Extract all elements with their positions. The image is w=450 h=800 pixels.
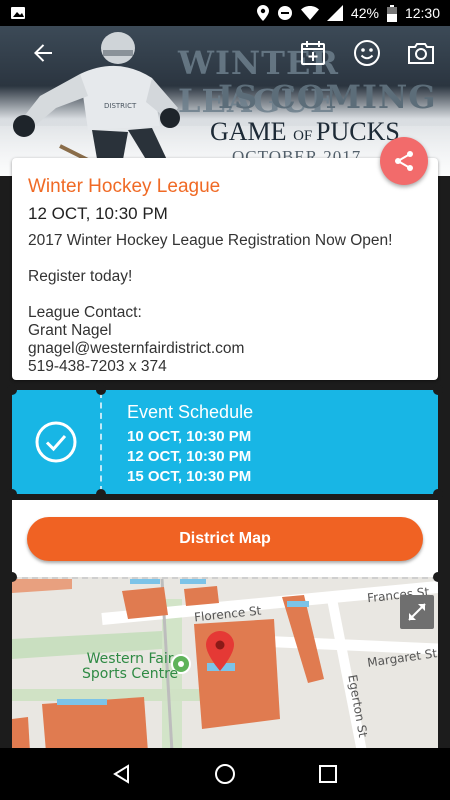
ticket-divider — [100, 392, 102, 492]
ticket-notch — [433, 489, 443, 499]
map-place-label: Western Fair Sports Centre — [82, 651, 179, 682]
map-view[interactable]: Western Fair Sports Centre Florence St F… — [12, 577, 438, 750]
image-icon — [10, 5, 26, 21]
share-button[interactable] — [380, 137, 428, 185]
do-not-disturb-icon — [277, 5, 293, 21]
smiley-icon — [354, 40, 380, 66]
status-bar: 42% 12:30 — [0, 0, 450, 26]
arrow-back-icon — [34, 44, 52, 62]
react-button[interactable] — [350, 36, 384, 70]
ticket-notch — [7, 385, 17, 395]
nav-home-button[interactable] — [205, 754, 245, 794]
map-pin-icon[interactable] — [206, 631, 234, 671]
ticket-notch — [96, 385, 106, 395]
calendar-add-icon — [301, 41, 325, 65]
district-map-button[interactable]: District Map — [27, 517, 423, 561]
card-notch — [433, 572, 438, 582]
location-icon — [256, 5, 269, 21]
event-title: Winter Hockey League — [28, 176, 221, 197]
check-circle-icon — [35, 421, 77, 463]
event-schedule[interactable]: Event Schedule 10 OCT, 10:30 PM 12 OCT, … — [7, 385, 443, 499]
svg-text:DISTRICT: DISTRICT — [104, 102, 137, 110]
share-icon — [395, 151, 413, 171]
banner-game-text: GAME — [210, 117, 294, 146]
banner-title-line2: IS COMING — [218, 78, 437, 116]
nav-recents-button[interactable] — [308, 754, 348, 794]
banner-of-text: OF — [293, 128, 316, 144]
schedule-title: Event Schedule — [127, 402, 254, 422]
system-nav-bar — [0, 748, 450, 800]
ticket-notch — [96, 489, 106, 499]
recents-square-icon — [319, 765, 338, 783]
back-button[interactable] — [26, 36, 60, 70]
schedule-date: 10 OCT, 10:30 PM — [127, 428, 252, 445]
nav-back-button[interactable] — [102, 754, 142, 794]
camera-button[interactable] — [404, 36, 438, 70]
home-circle-icon — [214, 764, 235, 784]
schedule-date: 12 OCT, 10:30 PM — [127, 448, 252, 465]
event-details-card: Winter Hockey League 12 OCT, 10:30 PM 20… — [12, 158, 438, 380]
add-to-calendar-button[interactable] — [296, 36, 330, 70]
back-triangle-icon — [112, 764, 129, 784]
battery-icon — [386, 4, 397, 22]
map-card: District Map Western Fair Sports Centre … — [12, 500, 438, 750]
signal-icon — [326, 5, 343, 21]
banner-title-line3: GAME OF PUCKS — [210, 117, 400, 147]
banner-pucks-text: PUCKS — [316, 117, 400, 146]
wifi-icon — [300, 6, 319, 20]
clock: 12:30 — [404, 5, 440, 21]
battery-percent: 42% — [350, 5, 379, 21]
event-date: 12 OCT, 10:30 PM — [28, 204, 168, 223]
schedule-dates: 10 OCT, 10:30 PM 12 OCT, 10:30 PM 15 OCT… — [127, 427, 251, 487]
expand-icon — [408, 603, 426, 621]
expand-map-button[interactable] — [400, 595, 434, 629]
ticket-notch — [433, 385, 443, 395]
ticket-notch — [7, 489, 17, 499]
camera-icon — [408, 43, 434, 64]
event-description: 2017 Winter Hockey League Registration N… — [28, 232, 393, 375]
schedule-date: 15 OCT, 10:30 PM — [127, 468, 252, 485]
